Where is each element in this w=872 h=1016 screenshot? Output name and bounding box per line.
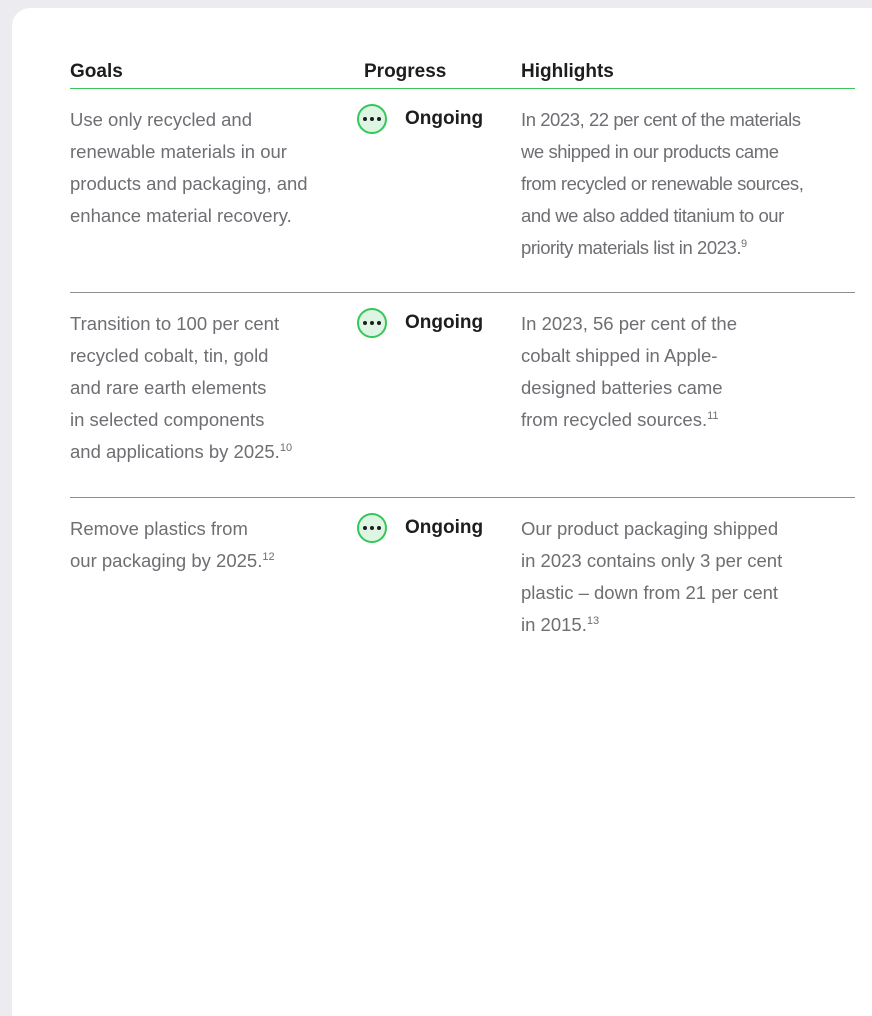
- progress-status: Ongoing: [405, 108, 484, 129]
- goal-line: enhance material recovery.: [70, 205, 292, 226]
- goal-line: our packaging by 2025.12: [70, 545, 275, 577]
- footnote-ref: 10: [279, 442, 293, 454]
- goal-cell: Transition to 100 per cent recycled coba…: [70, 308, 292, 468]
- footnote-ref: 13: [586, 615, 600, 627]
- goals-table: Goals Progress Highlights Use only recyc…: [70, 58, 855, 678]
- highlight-line: cobalt shipped in Apple-: [521, 345, 718, 366]
- highlight-line: in 2023 contains only 3 per cent: [521, 550, 783, 571]
- highlight-line: plastic – down from 21 per cent: [521, 582, 779, 603]
- goal-line: recycled cobalt, tin, gold: [70, 345, 269, 366]
- progress-status: Ongoing: [405, 517, 484, 538]
- goal-cell: Use only recycled and renewable material…: [70, 104, 308, 232]
- highlight-cell: In 2023, 56 per cent of the cobalt shipp…: [521, 308, 737, 436]
- goal-line-text: and applications by 2025.: [70, 441, 280, 462]
- goal-line: Remove plastics from: [70, 518, 248, 539]
- table-row: Use only recycled and renewable material…: [70, 89, 855, 293]
- header-highlights: Highlights: [521, 61, 614, 82]
- table-row: Remove plastics from our packaging by 20…: [70, 498, 855, 678]
- highlight-line: designed batteries came: [521, 377, 723, 398]
- goal-cell: Remove plastics from our packaging by 20…: [70, 513, 275, 577]
- highlight-line: and we also added titanium to our: [521, 205, 784, 226]
- highlight-line: we shipped in our products came: [521, 141, 779, 162]
- goal-line: in selected components: [70, 409, 265, 430]
- header-goals: Goals: [70, 61, 123, 82]
- highlight-line-text: from recycled sources.: [521, 409, 708, 430]
- table-row: Transition to 100 per cent recycled coba…: [70, 293, 855, 498]
- highlight-line: In 2023, 56 per cent of the: [521, 313, 737, 334]
- goal-line: and applications by 2025.10: [70, 436, 292, 468]
- highlight-line: from recycled sources.11: [521, 404, 737, 436]
- highlight-line: Our product packaging shipped: [521, 518, 779, 539]
- progress-cell: Ongoing: [357, 102, 483, 136]
- footnote-ref: 9: [741, 238, 747, 250]
- ellipsis-circle-icon: [357, 513, 387, 543]
- highlight-line-text: in 2015.: [521, 614, 587, 635]
- progress-cell: Ongoing: [357, 511, 483, 545]
- goal-line: products and packaging, and: [70, 173, 308, 194]
- goal-line-text: our packaging by 2025.: [70, 550, 263, 571]
- ellipsis-circle-icon: [357, 104, 387, 134]
- goal-line: Transition to 100 per cent: [70, 313, 280, 334]
- highlight-line-text: priority materials list in 2023.: [521, 237, 742, 258]
- goal-line: renewable materials in our: [70, 141, 287, 162]
- highlight-line: in 2015.13: [521, 609, 782, 641]
- progress-status: Ongoing: [405, 312, 484, 333]
- header-progress: Progress: [364, 61, 447, 82]
- highlight-line: priority materials list in 2023.9: [521, 232, 803, 264]
- goal-line: Use only recycled and: [70, 109, 253, 130]
- highlight-line: from recycled or renewable sources,: [521, 173, 804, 194]
- ellipsis-circle-icon: [357, 308, 387, 338]
- progress-cell: Ongoing: [357, 306, 483, 340]
- goal-line: and rare earth elements: [70, 377, 267, 398]
- footnote-ref: 11: [707, 410, 719, 422]
- highlight-cell: In 2023, 22 per cent of the materials we…: [521, 104, 804, 264]
- highlight-cell: Our product packaging shipped in 2023 co…: [521, 513, 782, 641]
- table-header: Goals Progress Highlights: [70, 58, 855, 89]
- content-card: Goals Progress Highlights Use only recyc…: [12, 8, 872, 1016]
- highlight-line: In 2023, 22 per cent of the materials: [521, 109, 801, 130]
- footnote-ref: 12: [262, 551, 275, 563]
